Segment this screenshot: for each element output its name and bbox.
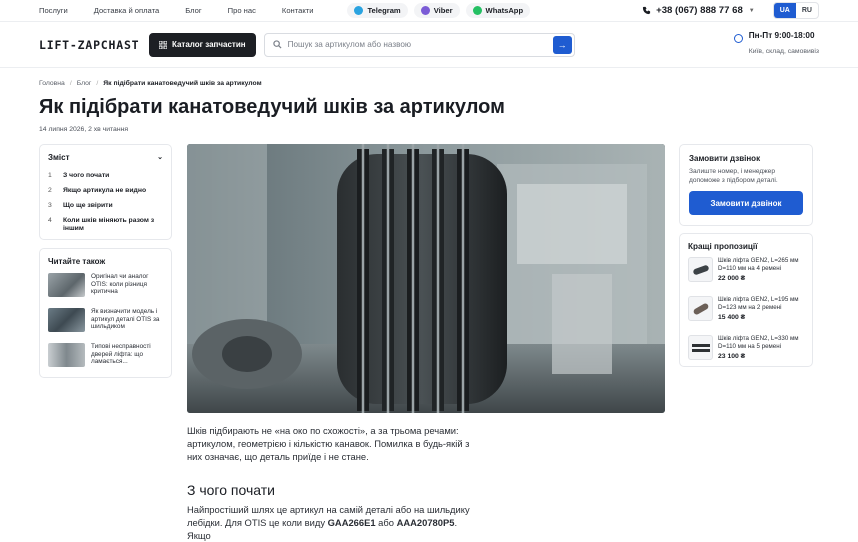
- related-article[interactable]: Як визначити модель і артикул деталі OTI…: [48, 308, 163, 334]
- article-paragraph: Найпростіший шлях це артикул на самій де…: [187, 504, 470, 541]
- nav-contacts[interactable]: Контакти: [282, 6, 314, 15]
- nav-delivery[interactable]: Доставка й оплата: [94, 6, 160, 15]
- clock-icon: [733, 34, 743, 43]
- article-intro: Шків підбирають не «на око по схожості»,…: [187, 425, 470, 462]
- phone-icon: [643, 6, 651, 15]
- breadcrumb-blog[interactable]: Блог: [77, 80, 92, 87]
- product-item[interactable]: Шків ліфта GEN2, L=265 мм D=110 мм на 4 …: [688, 257, 804, 287]
- section-heading: З чого почати: [187, 482, 275, 498]
- search-icon: [272, 40, 282, 49]
- breadcrumb-home[interactable]: Головна: [39, 80, 65, 87]
- product-thumbnail: [688, 257, 713, 282]
- toc-item[interactable]: 2 Якщо артикула не видно: [48, 187, 163, 195]
- chevron-down-icon: ⌄: [157, 154, 163, 161]
- arrow-right-icon: →: [557, 39, 567, 50]
- best-offers: Кращі пропозиції Шків ліфта GEN2, L=265 …: [679, 233, 813, 367]
- phone-number: +38 (067) 888 77 68: [656, 5, 743, 16]
- hours-subtitle: Київ, склад, самовивіз: [748, 48, 819, 55]
- product-item[interactable]: Шків ліфта GEN2, L=330 мм D=110 мм на 5 …: [688, 335, 804, 365]
- product-thumbnail: [688, 335, 713, 360]
- article-hero-image: [187, 144, 665, 413]
- search-placeholder: Пошук за артикулом або назвою: [287, 40, 412, 49]
- phone-dropdown[interactable]: +38 (067) 888 77 68 ▼: [642, 5, 755, 16]
- viber-link[interactable]: Viber: [413, 3, 460, 18]
- toc-item[interactable]: 3 Що ще звірити: [48, 202, 163, 210]
- whatsapp-icon: [472, 6, 482, 15]
- related-thumbnail: [48, 273, 85, 297]
- page-title: Як підібрати канатоведучий шків за артик…: [39, 96, 505, 118]
- product-item[interactable]: Шків ліфта GEN2, L=195 мм D=123 мм на 2 …: [688, 296, 804, 326]
- grid-icon: [159, 40, 167, 49]
- top-nav: Послуги Доставка й оплата Блог Про нас К…: [39, 6, 339, 15]
- telegram-link[interactable]: Telegram: [347, 3, 408, 18]
- related-title: Читайте також: [48, 257, 106, 266]
- related-thumbnail: [48, 308, 85, 332]
- nav-blog[interactable]: Блог: [185, 6, 201, 15]
- lang-ua[interactable]: UA: [773, 3, 796, 18]
- toc-item[interactable]: 4 Коли шків міняють разом з іншим: [48, 217, 163, 233]
- telegram-icon: [354, 6, 364, 15]
- messengers: Telegram Viber WhatsApp: [347, 3, 536, 18]
- breadcrumb: Головна / Блог / Як підібрати канатоведучий …: [39, 80, 262, 87]
- toc-header[interactable]: Зміст ⌄: [48, 153, 163, 162]
- related-article[interactable]: Оригінал чи аналог OTIS: коли різниця кр…: [48, 273, 163, 299]
- callback-card: Замовити дзвінок Залиште номер, і менедж…: [679, 144, 813, 226]
- search-submit-button[interactable]: →: [552, 35, 572, 54]
- nav-services[interactable]: Послуги: [39, 6, 68, 15]
- related-article[interactable]: Типові несправності дверей ліфта: що лам…: [48, 343, 163, 369]
- breadcrumb-current: Як підібрати канатоведучий шків за артик…: [103, 80, 262, 87]
- related-articles: Читайте також Оригінал чи аналог OTIS: к…: [39, 248, 172, 378]
- callback-button[interactable]: Замовити дзвінок: [689, 191, 803, 215]
- catalog-button[interactable]: Каталог запчастин: [149, 32, 256, 57]
- language-switch: UA RU: [772, 2, 819, 19]
- callback-title: Замовити дзвінок: [689, 154, 761, 163]
- top-bar: Послуги Доставка й оплата Блог Про нас К…: [0, 0, 858, 22]
- best-offers-title: Кращі пропозиції: [688, 242, 758, 251]
- viber-icon: [420, 6, 430, 15]
- chevron-down-icon: ▼: [748, 7, 755, 14]
- hours-title: Пн-Пт 9:00-18:00: [748, 31, 815, 40]
- logo[interactable]: LIFT-ZAPCHAST: [39, 38, 149, 52]
- product-thumbnail: [688, 296, 713, 321]
- related-thumbnail: [48, 343, 85, 367]
- callback-subtitle: Залиште номер, і менеджер допоможе з під…: [689, 168, 778, 184]
- header: LIFT-ZAPCHAST Каталог запчастин Пошук за…: [0, 22, 858, 68]
- nav-about[interactable]: Про нас: [228, 6, 256, 15]
- toc-item[interactable]: 1З чого почати: [48, 172, 163, 180]
- table-of-contents: Зміст ⌄ 1З чого почати 2 Якщо артикула не …: [39, 144, 172, 240]
- article-meta: 14 липня 2026, 2 хв читання: [39, 126, 129, 133]
- whatsapp-link[interactable]: WhatsApp: [465, 3, 531, 18]
- working-hours: Пн-Пт 9:00-18:00 Київ, склад, самовивіз: [733, 31, 819, 58]
- search-input[interactable]: Пошук за артикулом або назвою →: [263, 32, 575, 57]
- sheave-photo: [187, 144, 665, 413]
- lang-ru[interactable]: RU: [796, 3, 818, 18]
